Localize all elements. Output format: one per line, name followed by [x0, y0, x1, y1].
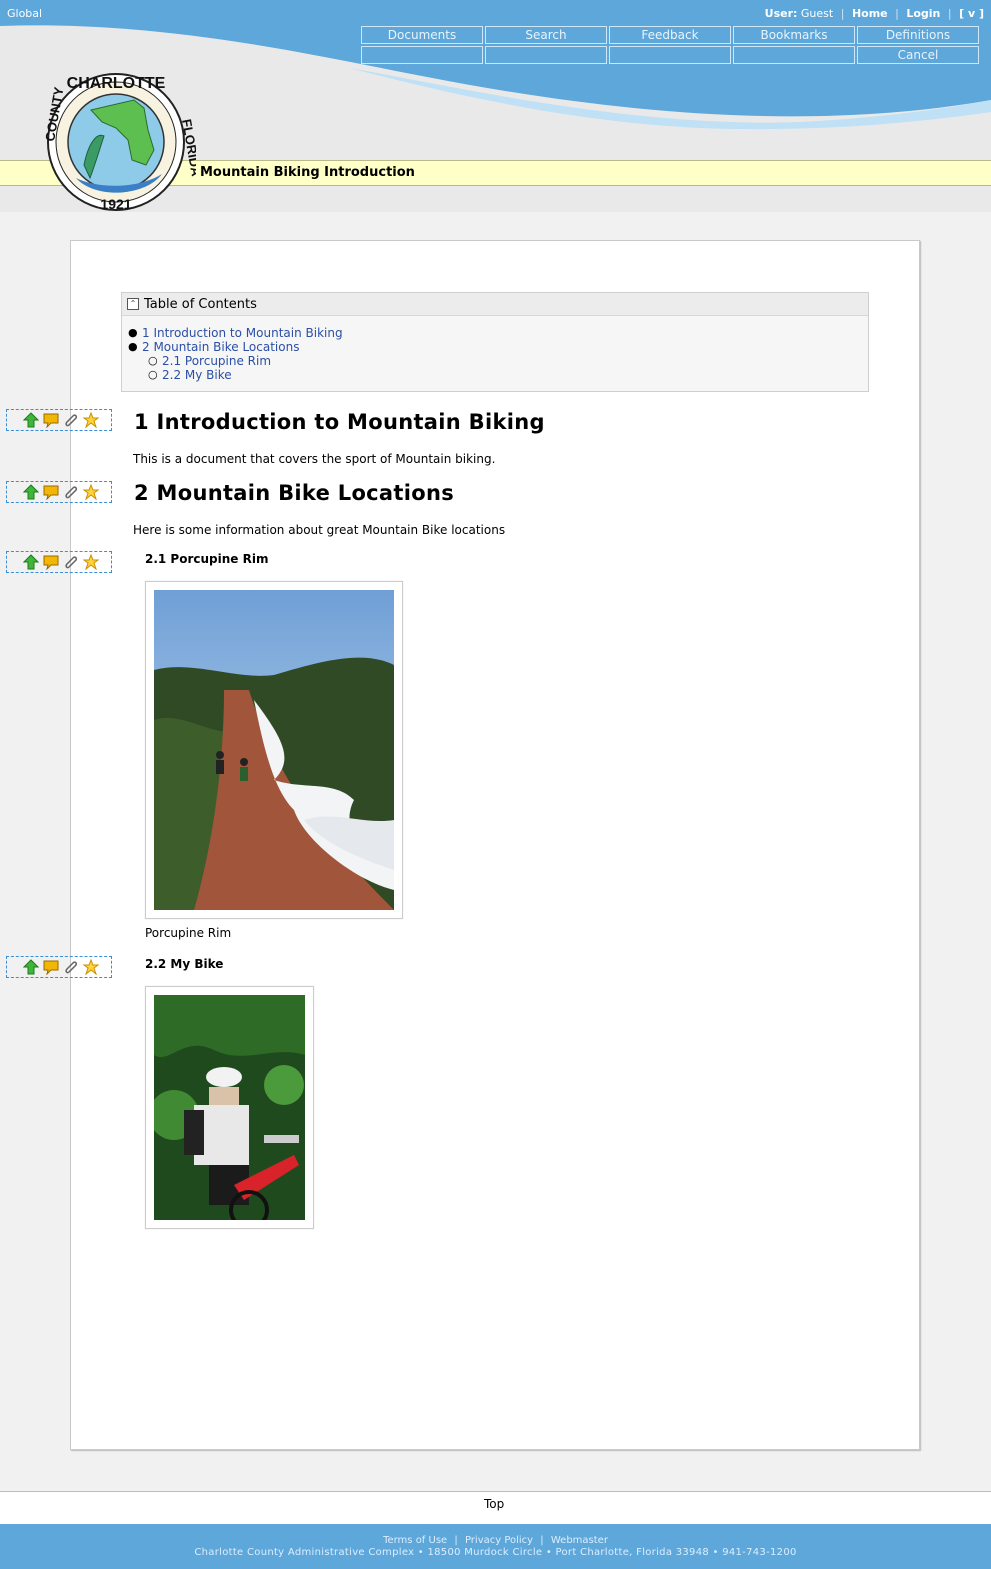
section-toolbox [6, 481, 112, 503]
bookmarks-button[interactable]: Bookmarks [733, 26, 855, 44]
user-name: Guest [800, 7, 834, 20]
feedback-button[interactable]: Feedback [609, 26, 731, 44]
section-2-1-heading: 2.1 Porcupine Rim [145, 552, 269, 566]
toc-item: ● 1 Introduction to Mountain Biking [128, 326, 343, 340]
section-toolbox [6, 551, 112, 573]
nav-empty-slot [609, 46, 731, 64]
toc-item: ● 2 Mountain Bike Locations [128, 340, 300, 354]
toc-header: ⌃ Table of Contents [122, 293, 868, 316]
star-icon[interactable] [83, 412, 99, 428]
terms-link[interactable]: Terms of Use [383, 1535, 447, 1546]
footer-address: Charlotte County Administrative Complex … [194, 1547, 797, 1558]
comment-icon[interactable] [43, 959, 59, 975]
comment-icon[interactable] [43, 484, 59, 500]
toc-link-mybike[interactable]: 2.2 My Bike [162, 368, 232, 382]
star-icon[interactable] [83, 484, 99, 500]
arrow-up-icon[interactable] [23, 959, 39, 975]
porcupine-rim-photo [154, 590, 394, 910]
documents-button[interactable]: Documents [361, 26, 483, 44]
search-button[interactable]: Search [485, 26, 607, 44]
arrow-up-icon[interactable] [23, 554, 39, 570]
comment-icon[interactable] [43, 554, 59, 570]
section-2-text: Here is some information about great Mou… [133, 523, 506, 537]
county-seal-logo: CHARLOTTE COUNTY FLORIDA 1921 [42, 73, 196, 212]
paperclip-icon[interactable] [63, 484, 79, 500]
table-of-contents: ⌃ Table of Contents ● 1 Introduction to M… [121, 292, 869, 392]
toc-subitem: ○ 2.2 My Bike [148, 368, 232, 382]
section-toolbox [6, 409, 112, 431]
star-icon[interactable] [83, 554, 99, 570]
paperclip-icon[interactable] [63, 959, 79, 975]
scope-label: Global [7, 7, 43, 20]
toc-link-porcupine[interactable]: 2.1 Porcupine Rim [162, 354, 271, 368]
toc-link-locations[interactable]: 2 Mountain Bike Locations [142, 340, 299, 354]
footer-separator: | [454, 1535, 458, 1546]
site-header: Global User: Guest | Home | Login | [ v … [0, 0, 991, 212]
section-2-heading: 2 Mountain Bike Locations [134, 481, 455, 505]
footer-links: Terms of Use | Privacy Policy | Webmaste… [0, 1535, 991, 1546]
porcupine-rim-image-frame [145, 581, 403, 919]
comment-icon[interactable] [43, 412, 59, 428]
section-1-heading: 1 Introduction to Mountain Biking [134, 410, 545, 434]
arrow-up-icon[interactable] [23, 484, 39, 500]
nav-empty-slot [485, 46, 607, 64]
paperclip-icon[interactable] [63, 412, 79, 428]
top-link[interactable]: Top [484, 1497, 504, 1511]
my-bike-image-frame [145, 986, 314, 1229]
section-2-2-heading: 2.2 My Bike [145, 957, 224, 971]
definitions-button[interactable]: Definitions [857, 26, 979, 44]
toggle-toolbar-link[interactable]: [ v ] [959, 7, 984, 20]
webmaster-link[interactable]: Webmaster [551, 1535, 608, 1546]
toc-link-intro[interactable]: 1 Introduction to Mountain Biking [142, 326, 343, 340]
footer-separator: | [540, 1535, 544, 1546]
site-footer: Terms of Use | Privacy Policy | Webmaste… [0, 1522, 991, 1569]
user-bar: User: Guest | Home | Login | [ v ] [764, 7, 984, 20]
section-toolbox [6, 956, 112, 978]
toc-subitem: ○ 2.1 Porcupine Rim [148, 354, 272, 368]
bottom-bar: Top [0, 1491, 991, 1522]
login-link[interactable]: Login [906, 7, 940, 20]
star-icon[interactable] [83, 959, 99, 975]
section-1-text: This is a document that covers the sport… [133, 452, 496, 466]
document-panel: ⌃ Table of Contents ● 1 Introduction to M… [70, 240, 920, 1450]
porcupine-rim-caption: Porcupine Rim [145, 926, 232, 940]
nav-empty-slot [733, 46, 855, 64]
collapse-icon[interactable]: ⌃ [127, 298, 139, 310]
user-label: User: [764, 7, 798, 20]
logo-top-text: CHARLOTTE [67, 75, 166, 92]
privacy-link[interactable]: Privacy Policy [465, 1535, 533, 1546]
arrow-up-icon[interactable] [23, 412, 39, 428]
toc-title: Table of Contents [144, 297, 257, 312]
paperclip-icon[interactable] [63, 554, 79, 570]
page-title: Mountain Biking Introduction [200, 165, 415, 180]
nav-empty-slot [361, 46, 483, 64]
home-link[interactable]: Home [852, 7, 888, 20]
logo-year: 1921 [100, 196, 131, 212]
my-bike-photo [154, 995, 305, 1220]
cancel-button[interactable]: Cancel [857, 46, 979, 64]
